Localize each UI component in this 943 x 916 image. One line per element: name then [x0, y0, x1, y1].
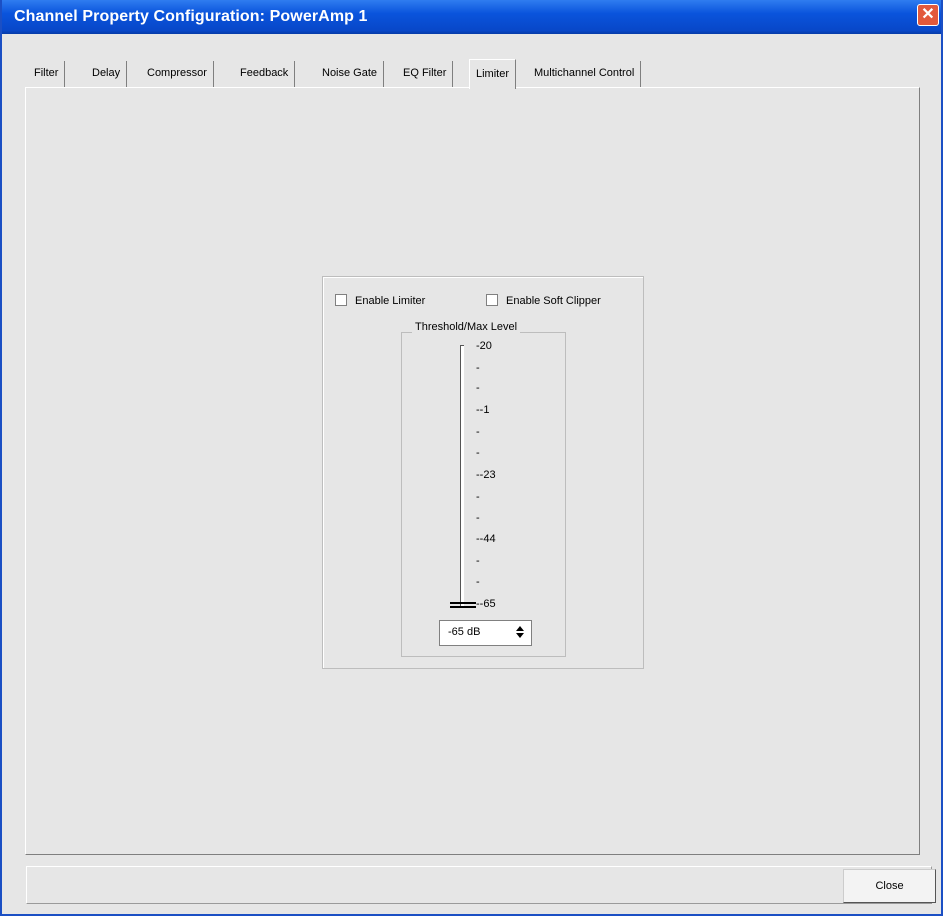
tick-label: --65 [476, 598, 496, 610]
threshold-scale: -20 - - --1 - - --23 - - --44 - - --65 [476, 340, 546, 620]
enable-soft-clipper-label: Enable Soft Clipper [506, 295, 601, 307]
tab-feedback[interactable]: Feedback [234, 61, 296, 87]
close-button[interactable]: Close [843, 869, 936, 903]
tick-label: - [476, 576, 480, 588]
title-bar[interactable]: Channel Property Configuration: PowerAmp… [2, 0, 941, 34]
dialog-window: Channel Property Configuration: PowerAmp… [0, 0, 943, 916]
close-icon[interactable]: ✕ [917, 4, 939, 26]
tab-delay[interactable]: Delay [86, 61, 128, 87]
tick-label: - [476, 426, 480, 438]
tick-label: --23 [476, 469, 496, 481]
tab-multichannel-control[interactable]: Multichannel Control [528, 61, 642, 87]
tab-compressor[interactable]: Compressor [141, 61, 214, 87]
spinner-buttons[interactable] [513, 624, 527, 642]
enable-limiter-box[interactable] [335, 294, 347, 306]
enable-soft-clipper-checkbox[interactable]: Enable Soft Clipper [486, 293, 601, 309]
spinner-down-icon[interactable] [516, 633, 524, 638]
enable-soft-clipper-box[interactable] [486, 294, 498, 306]
threshold-spinner-value[interactable]: -65 dB [448, 626, 480, 638]
tick-label: - [476, 555, 480, 567]
threshold-spinner[interactable]: -65 dB [439, 620, 532, 646]
tick-label: - [476, 382, 480, 394]
tab-eq-filter[interactable]: EQ Filter [397, 61, 454, 87]
tab-bar: Filter Delay Compressor Feedback Noise G… [28, 59, 908, 89]
tick-label: --1 [476, 404, 490, 416]
threshold-group-label: Threshold/Max Level [412, 320, 521, 334]
threshold-slider-track[interactable] [460, 345, 464, 608]
window-title: Channel Property Configuration: PowerAmp… [14, 8, 368, 25]
tick-label: - [476, 491, 480, 503]
tick-label: - [476, 362, 480, 374]
tick-label: -20 [476, 340, 492, 352]
tab-filter[interactable]: Filter [28, 61, 66, 87]
enable-limiter-checkbox[interactable]: Enable Limiter [335, 293, 425, 309]
tick-label: - [476, 512, 480, 524]
tick-label: - [476, 447, 480, 459]
tab-noise-gate[interactable]: Noise Gate [316, 61, 385, 87]
spinner-up-icon[interactable] [516, 626, 524, 631]
enable-limiter-label: Enable Limiter [355, 295, 426, 307]
tick-label: --44 [476, 533, 496, 545]
threshold-slider-thumb[interactable] [450, 602, 476, 608]
tab-limiter[interactable]: Limiter [469, 59, 517, 89]
button-bar [26, 866, 932, 904]
